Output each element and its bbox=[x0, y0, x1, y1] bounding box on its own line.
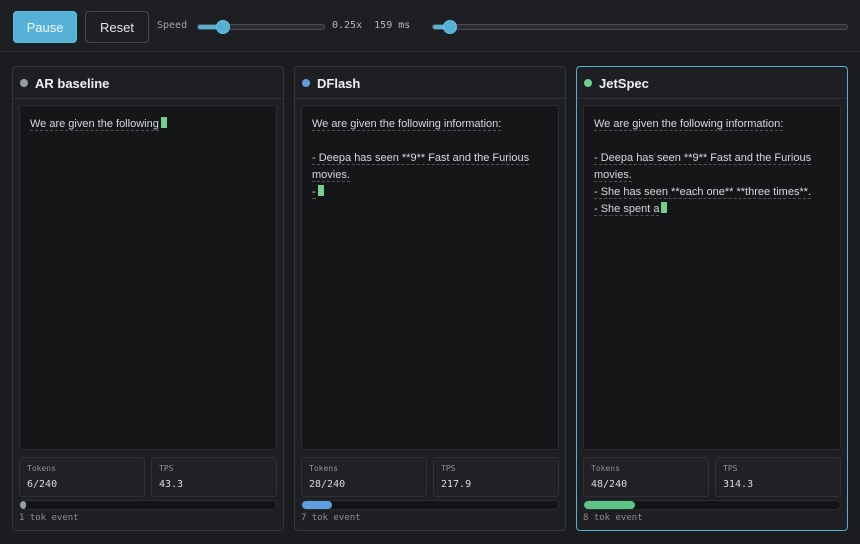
generated-text-area: We are given the following information: -… bbox=[301, 105, 559, 450]
tps-value: 43.3 bbox=[159, 479, 184, 490]
generated-text-line: We are given the following information: bbox=[594, 116, 830, 133]
cursor-block bbox=[317, 185, 324, 196]
panel-dflash: DFlash We are given the following inform… bbox=[294, 66, 566, 531]
generated-text: We are given the following bbox=[30, 118, 159, 131]
progress-bar-fill bbox=[302, 501, 332, 509]
panel-title: AR baseline bbox=[35, 76, 110, 91]
cursor-block bbox=[661, 202, 668, 213]
status-dot bbox=[20, 79, 28, 87]
generated-text-line bbox=[312, 133, 548, 150]
panel-header: AR baseline bbox=[13, 67, 283, 99]
generated-text: - Deepa has seen **9** Fast and the Furi… bbox=[312, 152, 530, 165]
timeline-slider[interactable] bbox=[432, 20, 848, 34]
tokens-label: Tokens bbox=[591, 464, 620, 473]
generated-text-line: - Deepa has seen **9** Fast and the Furi… bbox=[594, 150, 830, 167]
tokens-stat: Tokens 28/240 bbox=[301, 457, 427, 497]
speed-readout: 0.25x 159 ms bbox=[332, 20, 410, 31]
panel-header: DFlash bbox=[295, 67, 565, 99]
tps-stat: TPS 43.3 bbox=[151, 457, 277, 497]
generated-text: We are given the following information: bbox=[312, 118, 502, 131]
tokens-value: 6/240 bbox=[27, 479, 58, 490]
generated-text: movies. bbox=[594, 169, 632, 182]
generated-text-line: - She spent a bbox=[594, 201, 830, 218]
tokens-label: Tokens bbox=[309, 464, 338, 473]
tokens-value: 48/240 bbox=[591, 479, 628, 490]
event-label: 1 tok event bbox=[19, 513, 79, 523]
generated-text: - bbox=[312, 186, 316, 199]
panel-title: DFlash bbox=[317, 76, 361, 91]
progress-bar bbox=[301, 500, 559, 510]
generated-text: - She spent a bbox=[594, 203, 660, 216]
generated-text-line: - She has seen **each one** **three time… bbox=[594, 184, 830, 201]
generated-text-line: We are given the following bbox=[30, 116, 266, 133]
speed-slider[interactable] bbox=[197, 20, 325, 34]
tokens-stat: Tokens 48/240 bbox=[583, 457, 709, 497]
timeline-slider-handle[interactable] bbox=[443, 20, 457, 34]
status-dot bbox=[584, 79, 592, 87]
tokens-stat: Tokens 6/240 bbox=[19, 457, 145, 497]
generated-text-area: We are given the following information: -… bbox=[583, 105, 841, 450]
event-label: 7 tok event bbox=[301, 513, 361, 523]
generated-text-area: We are given the following bbox=[19, 105, 277, 450]
generated-text-line: movies. bbox=[312, 167, 548, 184]
tokens-label: Tokens bbox=[27, 464, 56, 473]
pause-button[interactable]: Pause bbox=[13, 11, 77, 43]
delay-value: 159 ms bbox=[374, 20, 411, 31]
speed-slider-handle[interactable] bbox=[216, 20, 230, 34]
generated-text: movies. bbox=[312, 169, 350, 182]
progress-bar-fill bbox=[584, 501, 635, 509]
reset-button[interactable]: Reset bbox=[85, 11, 149, 43]
panel-header: JetSpec bbox=[577, 67, 847, 99]
generated-text: - She has seen **each one** **three time… bbox=[594, 186, 812, 199]
generated-text-line: We are given the following information: bbox=[312, 116, 548, 133]
generated-text: We are given the following information: bbox=[594, 118, 784, 131]
speed-value: 0.25x bbox=[332, 20, 363, 31]
generated-text-line: movies. bbox=[594, 167, 830, 184]
progress-bar bbox=[583, 500, 841, 510]
event-label: 8 tok event bbox=[583, 513, 643, 523]
generated-text: - Deepa has seen **9** Fast and the Furi… bbox=[594, 152, 812, 165]
tps-label: TPS bbox=[441, 464, 456, 473]
progress-bar-fill bbox=[20, 501, 26, 509]
progress-bar bbox=[19, 500, 277, 510]
tps-value: 314.3 bbox=[723, 479, 754, 490]
speed-label: Speed bbox=[157, 20, 188, 31]
cursor-block bbox=[160, 117, 167, 128]
generated-text-line: - Deepa has seen **9** Fast and the Furi… bbox=[312, 150, 548, 167]
tps-label: TPS bbox=[723, 464, 738, 473]
generated-text-line bbox=[594, 133, 830, 150]
tps-label: TPS bbox=[159, 464, 174, 473]
panel-title: JetSpec bbox=[599, 76, 649, 91]
status-dot bbox=[302, 79, 310, 87]
tps-value: 217.9 bbox=[441, 479, 472, 490]
tps-stat: TPS 314.3 bbox=[715, 457, 841, 497]
toolbar: Pause Reset Speed 0.25x 159 ms bbox=[0, 0, 860, 52]
generated-text-line: - bbox=[312, 184, 548, 201]
panel-ar-baseline: AR baseline We are given the following T… bbox=[12, 66, 284, 531]
tps-stat: TPS 217.9 bbox=[433, 457, 559, 497]
tokens-value: 28/240 bbox=[309, 479, 346, 490]
panel-jetspec: JetSpec We are given the following infor… bbox=[576, 66, 848, 531]
